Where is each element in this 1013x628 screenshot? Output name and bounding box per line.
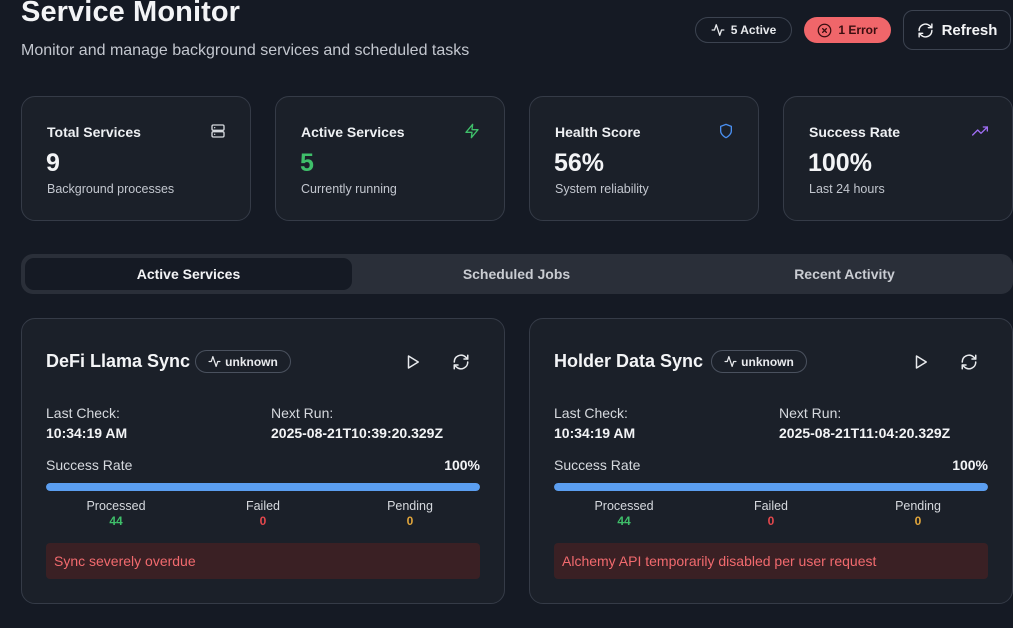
stat-sub: Background processes — [47, 182, 175, 196]
page-title: Service Monitor — [21, 0, 241, 28]
activity-icon — [208, 356, 221, 367]
stat-value: 5 — [300, 149, 314, 177]
x-circle-icon — [817, 23, 832, 37]
stat-label: Total Services — [47, 124, 141, 140]
stat-sub: Last 24 hours — [809, 182, 885, 196]
last-check-label: Last Check: — [554, 405, 628, 421]
failed-count: Failed 0 — [203, 499, 323, 528]
service-card-defi-llama-sync: DeFi Llama Sync unknown Last Check: 10:3… — [21, 318, 505, 604]
success-rate-label: Success Rate — [554, 457, 641, 473]
stat-value: 9 — [46, 149, 60, 177]
tab-scheduled-jobs[interactable]: Scheduled Jobs — [353, 258, 680, 290]
last-check-value: 10:34:19 AM — [554, 425, 636, 441]
error-badge-label: 1 Error — [838, 23, 878, 37]
next-run-value: 2025-08-21T10:39:20.329Z — [271, 425, 444, 441]
trending-up-icon — [972, 126, 988, 136]
progress-fill — [46, 483, 480, 491]
activity-icon — [724, 356, 737, 367]
pending-count: Pending 0 — [350, 499, 470, 528]
processed-label: Processed — [594, 499, 654, 513]
stat-value: 56% — [554, 149, 605, 177]
pending-value: 0 — [914, 514, 922, 528]
stat-card-active-services: Active Services 5 Currently running — [275, 96, 505, 221]
status-badge: unknown — [195, 350, 291, 373]
processed-label: Processed — [86, 499, 146, 513]
success-rate-label: Success Rate — [46, 457, 133, 473]
stat-label: Active Services — [301, 124, 405, 140]
service-monitor-page: Service Monitor Monitor and manage backg… — [0, 0, 1013, 628]
stat-card-health-score: Health Score 56% System reliability — [529, 96, 759, 221]
success-rate-value: 100% — [444, 457, 480, 473]
refresh-button-label: Refresh — [941, 21, 998, 39]
success-rate-progress — [554, 483, 988, 491]
refresh-button[interactable]: Refresh — [903, 10, 1011, 50]
failed-count: Failed 0 — [711, 499, 831, 528]
error-message: Sync severely overdue — [46, 543, 480, 579]
processed-value: 44 — [617, 514, 631, 528]
stat-label: Success Rate — [809, 124, 901, 140]
error-count-badge: 1 Error — [804, 17, 891, 43]
status-label: unknown — [225, 354, 278, 369]
last-check-label: Last Check: — [46, 405, 120, 421]
stat-label: Health Score — [555, 124, 641, 140]
shield-icon — [720, 123, 732, 139]
active-badge-label: 5 Active — [730, 23, 777, 37]
next-run-label: Next Run: — [779, 405, 842, 421]
restart-icon[interactable] — [452, 353, 470, 371]
play-icon[interactable] — [404, 353, 422, 371]
progress-fill — [554, 483, 988, 491]
zap-icon — [465, 123, 479, 139]
restart-icon[interactable] — [960, 353, 978, 371]
status-badge: unknown — [711, 350, 807, 373]
failed-value: 0 — [259, 514, 267, 528]
tab-recent-activity[interactable]: Recent Activity — [681, 258, 1008, 290]
processed-count: Processed 44 — [564, 499, 684, 528]
pending-value: 0 — [406, 514, 414, 528]
processed-count: Processed 44 — [56, 499, 176, 528]
pending-label: Pending — [895, 499, 941, 513]
failed-label: Failed — [245, 499, 281, 513]
stat-value: 100% — [808, 149, 872, 177]
processed-value: 44 — [109, 514, 123, 528]
page-subtitle: Monitor and manage background services a… — [21, 42, 470, 59]
activity-icon — [711, 24, 725, 36]
stat-card-success-rate: Success Rate 100% Last 24 hours — [783, 96, 1013, 221]
server-icon — [211, 124, 225, 138]
next-run-label: Next Run: — [271, 405, 334, 421]
next-run-value: 2025-08-21T11:04:20.329Z — [779, 425, 951, 441]
failed-value: 0 — [767, 514, 775, 528]
error-message: Alchemy API temporarily disabled per use… — [554, 543, 988, 579]
service-card-holder-data-sync: Holder Data Sync unknown Last Check: 10:… — [529, 318, 1013, 604]
service-name: DeFi Llama Sync — [46, 351, 191, 371]
failed-label: Failed — [753, 499, 789, 513]
pending-label: Pending — [387, 499, 433, 513]
active-count-badge: 5 Active — [695, 17, 792, 43]
status-label: unknown — [741, 354, 794, 369]
stat-sub: System reliability — [555, 182, 649, 196]
play-icon[interactable] — [912, 353, 930, 371]
stat-sub: Currently running — [301, 182, 397, 196]
stat-card-total-services: Total Services 9 Background processes — [21, 96, 251, 221]
success-rate-value: 100% — [952, 457, 988, 473]
tab-active-services[interactable]: Active Services — [25, 258, 352, 290]
refresh-icon — [917, 22, 933, 38]
success-rate-progress — [46, 483, 480, 491]
service-name: Holder Data Sync — [554, 351, 704, 371]
last-check-value: 10:34:19 AM — [46, 425, 128, 441]
tab-bar: Active Services Scheduled Jobs Recent Ac… — [21, 254, 1013, 294]
pending-count: Pending 0 — [858, 499, 978, 528]
